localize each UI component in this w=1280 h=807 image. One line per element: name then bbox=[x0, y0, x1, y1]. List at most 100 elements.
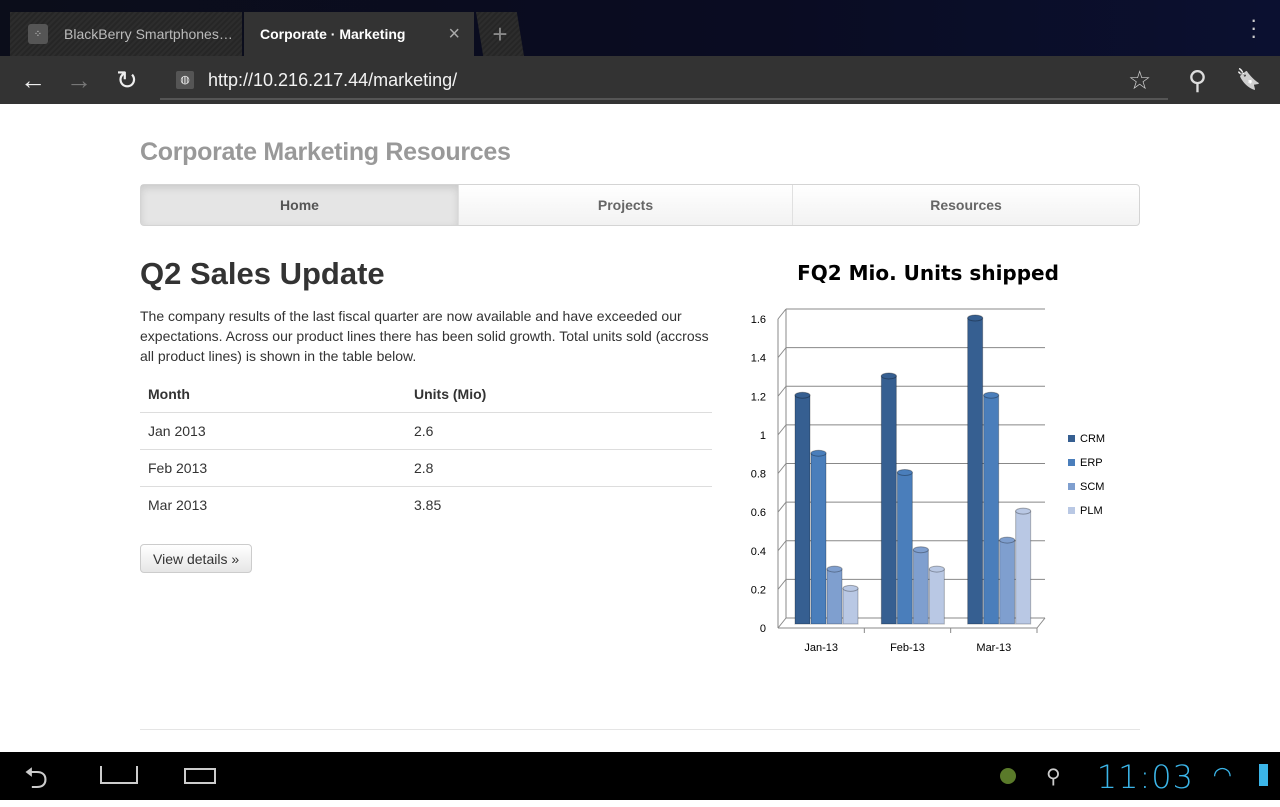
y-tick-label: 1 bbox=[760, 430, 766, 442]
bar-scm bbox=[826, 568, 843, 625]
back-icon[interactable]: ← bbox=[20, 64, 46, 96]
tab-corporate-marketing[interactable]: Corporate · Marketing × bbox=[244, 12, 474, 56]
tab-label: BlackBerry Smartphones… bbox=[64, 26, 233, 42]
table-row: Feb 2013 2.8 bbox=[140, 449, 712, 487]
bar-erp bbox=[896, 472, 913, 625]
chart-title: FQ2 Mio. Units shipped bbox=[797, 261, 1059, 285]
y-tick-label: 0.4 bbox=[751, 546, 766, 558]
table-header-row: Month Units (Mio) bbox=[140, 376, 712, 413]
bar-cap bbox=[880, 372, 897, 380]
cell-month: Feb 2013 bbox=[140, 449, 406, 487]
bar-cap bbox=[896, 469, 913, 476]
x-tick-label: Feb-13 bbox=[890, 642, 925, 654]
cell-units: 3.85 bbox=[414, 496, 442, 513]
bar-crm bbox=[794, 394, 811, 625]
new-tab-button[interactable]: + bbox=[476, 12, 524, 56]
gridline-diagonal bbox=[777, 463, 787, 474]
bar-cap bbox=[826, 565, 843, 573]
notification-icon[interactable] bbox=[1000, 768, 1016, 784]
tab-blackberry[interactable]: ⁘ BlackBerry Smartphones… bbox=[10, 12, 242, 56]
url-bar[interactable]: ◍ http://10.216.217.44/marketing/ bbox=[160, 62, 1168, 100]
gridline-diagonal bbox=[777, 501, 787, 513]
browser-toolbar: ← → ↻ ◍ http://10.216.217.44/marketing/ … bbox=[0, 56, 1280, 104]
bar-scm bbox=[912, 549, 929, 625]
web-page: Corporate Marketing Resources Home Proje… bbox=[0, 104, 1280, 752]
bookmarks-icon[interactable]: 🔖 bbox=[1236, 64, 1261, 96]
cell-units: 2.6 bbox=[406, 412, 712, 450]
legend-label: SCM bbox=[1080, 481, 1104, 493]
intro-paragraph: The company results of the last fiscal q… bbox=[140, 308, 709, 364]
gridline-diagonal bbox=[777, 424, 787, 436]
cell-month: Jan 2013 bbox=[140, 412, 406, 450]
bar-scm bbox=[999, 539, 1016, 625]
units-table: Month Units (Mio) Jan 2013 2.6 Feb 2013 2.… bbox=[140, 376, 712, 523]
floor-edge bbox=[1036, 617, 1046, 629]
bar-cap bbox=[810, 449, 827, 457]
legend-swatch bbox=[1068, 483, 1075, 490]
bar-erp bbox=[810, 452, 827, 625]
nav-home[interactable]: Home bbox=[141, 185, 459, 225]
system-nav-bar: ⮌ ⚲ 11:03 ◠ bbox=[0, 752, 1280, 800]
view-details-button[interactable]: View details » bbox=[140, 544, 253, 573]
table-row: Jan 2013 2.6 bbox=[140, 412, 712, 450]
legend-label: PLM bbox=[1080, 505, 1103, 517]
y-tick-label: 0.2 bbox=[751, 584, 766, 596]
bar-cap bbox=[983, 391, 1000, 399]
home-nav-icon[interactable] bbox=[100, 766, 138, 784]
gridline-diagonal bbox=[777, 579, 787, 590]
browser-tab-bar: ⁘ BlackBerry Smartphones… Corporate · Ma… bbox=[0, 0, 1280, 56]
x-tick-label: Mar-13 bbox=[976, 642, 1011, 654]
y-tick-label: 1.2 bbox=[751, 391, 766, 403]
blackberry-icon: ⁘ bbox=[28, 24, 48, 44]
site-brand[interactable]: Corporate Marketing Resources bbox=[140, 138, 511, 167]
bar-plm bbox=[842, 587, 859, 625]
cell-units: 2.8 bbox=[406, 449, 712, 487]
forward-icon[interactable]: → bbox=[66, 64, 92, 96]
bar-crm bbox=[967, 317, 984, 625]
legend-swatch bbox=[1068, 459, 1075, 466]
y-tick-label: 0 bbox=[760, 623, 766, 635]
legend-label: CRM bbox=[1080, 433, 1105, 445]
cell-month: Mar 2013 bbox=[148, 496, 208, 513]
bar-cap bbox=[912, 546, 929, 554]
site-nav: Home Projects Resources bbox=[140, 184, 1140, 226]
gridline-diagonal bbox=[777, 308, 787, 320]
legend-swatch bbox=[1068, 435, 1075, 442]
bar-crm bbox=[880, 375, 897, 625]
bar-cap bbox=[999, 536, 1016, 544]
page-title: Q2 Sales Update bbox=[140, 256, 385, 291]
usb-icon[interactable]: ⚲ bbox=[1046, 764, 1061, 789]
bar-cap bbox=[928, 565, 945, 573]
globe-icon: ◍ bbox=[176, 71, 194, 89]
gridline-diagonal bbox=[777, 385, 787, 397]
bar-plm bbox=[928, 568, 945, 625]
reload-icon[interactable]: ↻ bbox=[116, 64, 138, 96]
table-row: Mar 2013 3.85 bbox=[140, 486, 712, 523]
gridline-diagonal bbox=[777, 617, 787, 629]
wifi-icon[interactable]: ◠ bbox=[1213, 762, 1232, 788]
header-units: Units (Mio) bbox=[406, 376, 712, 413]
legend-swatch bbox=[1068, 507, 1075, 514]
bar-erp bbox=[983, 394, 1000, 625]
bar-plm bbox=[1015, 510, 1032, 625]
bar-cap bbox=[1015, 507, 1032, 515]
battery-icon[interactable] bbox=[1259, 764, 1268, 786]
nav-projects[interactable]: Projects bbox=[459, 185, 793, 225]
nav-resources[interactable]: Resources bbox=[793, 185, 1139, 225]
close-tab-icon[interactable]: × bbox=[448, 23, 460, 46]
search-icon[interactable]: ⚲ bbox=[1188, 64, 1207, 96]
bar-cap bbox=[842, 584, 859, 592]
star-icon[interactable]: ☆ bbox=[1128, 64, 1151, 96]
gridline-diagonal bbox=[777, 347, 787, 358]
y-tick-label: 1.4 bbox=[751, 353, 766, 365]
legend-label: ERP bbox=[1080, 457, 1103, 469]
overflow-menu-icon[interactable]: · · · bbox=[1250, 9, 1257, 47]
back-nav-icon[interactable]: ⮌ bbox=[24, 756, 48, 807]
y-tick-label: 1.6 bbox=[751, 314, 766, 326]
sales-chart: FQ2 Mio. Units shipped 0 0.2 0.4 0.6 0.8 1 1.2… bbox=[751, 261, 1105, 654]
y-tick-label: 0.6 bbox=[751, 507, 766, 519]
clock[interactable]: 11:03 bbox=[1097, 758, 1194, 796]
recent-apps-icon[interactable] bbox=[184, 768, 216, 784]
bar-cap bbox=[967, 314, 984, 322]
url-text[interactable]: http://10.216.217.44/marketing/ bbox=[208, 70, 457, 91]
